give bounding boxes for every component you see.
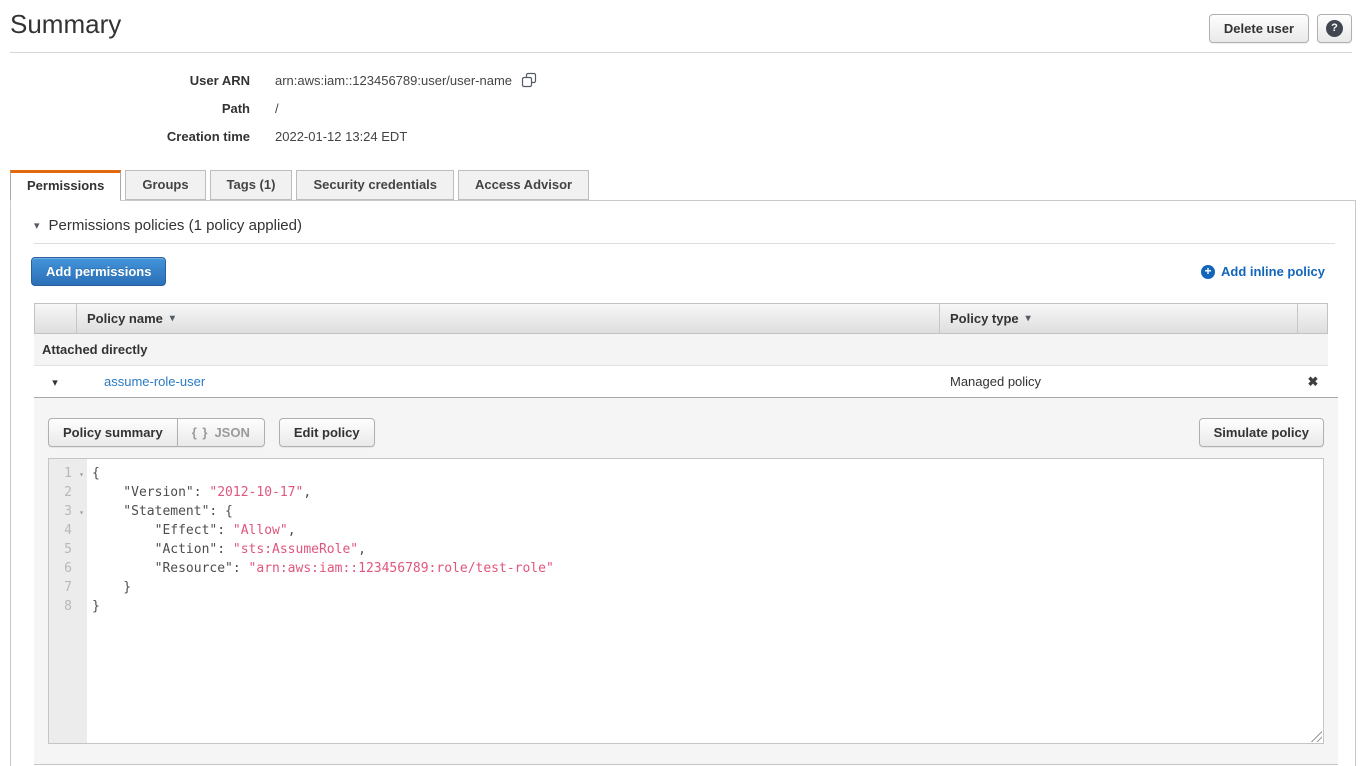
policy-type-cell: Managed policy <box>940 374 1298 389</box>
tab-tags[interactable]: Tags (1) <box>210 170 293 200</box>
code-line: "Statement": { <box>92 502 1323 521</box>
delete-user-button[interactable]: Delete user <box>1209 14 1309 43</box>
user-info: User ARN arn:aws:iam::123456789:user/use… <box>0 66 1362 150</box>
line-number: 6 <box>49 559 87 578</box>
path-value: / <box>275 101 279 116</box>
actions-column-header <box>1297 304 1327 333</box>
fold-arrow-icon[interactable]: ▾ <box>79 465 84 484</box>
section-divider <box>34 243 1335 244</box>
policy-type-column-header[interactable]: Policy type ▾ <box>939 304 1297 333</box>
info-label: User ARN <box>0 73 250 88</box>
policy-table: Policy name ▾ Policy type ▾ Attached dir… <box>34 303 1328 397</box>
page-header: Summary Delete user ? <box>0 0 1362 43</box>
detach-policy-icon[interactable]: ✖ <box>1308 374 1319 389</box>
permissions-toolbar: Add permissions + Add inline policy <box>31 257 1325 286</box>
info-value: arn:aws:iam::123456789:user/user-name <box>275 72 537 88</box>
code-line: "Resource": "arn:aws:iam::123456789:role… <box>92 559 1323 578</box>
policy-name-column-header[interactable]: Policy name ▾ <box>77 304 939 333</box>
code-line: "Effect": "Allow", <box>92 521 1323 540</box>
header-divider <box>10 52 1352 53</box>
permissions-tab-panel: ▾ Permissions policies (1 policy applied… <box>10 200 1356 766</box>
editor-code[interactable]: { "Version": "2012-10-17", "Statement": … <box>87 459 1323 743</box>
creation-time-value: 2022-01-12 13:24 EDT <box>275 129 407 144</box>
line-number: 4 <box>49 521 87 540</box>
policy-table-header: Policy name ▾ Policy type ▾ <box>34 303 1328 334</box>
add-inline-policy-label: Add inline policy <box>1221 264 1325 279</box>
policy-actions-cell: ✖ <box>1298 374 1328 390</box>
line-number: 7 <box>49 578 87 597</box>
sort-icon[interactable]: ▾ <box>1026 313 1031 324</box>
line-number: 2 <box>49 483 87 502</box>
info-label: Path <box>0 101 250 116</box>
tab-bar: Permissions Groups Tags (1) Security cre… <box>10 170 1362 200</box>
simulate-policy-button[interactable]: Simulate policy <box>1199 418 1324 447</box>
code-line: { <box>92 464 1323 483</box>
collapse-section-icon[interactable]: ▾ <box>34 219 40 232</box>
policy-name-header-label: Policy name <box>87 311 163 326</box>
permissions-policies-section-header: ▾ Permissions policies (1 policy applied… <box>34 217 1335 234</box>
editor-gutter: 1▾23▾45678 <box>49 459 87 743</box>
line-number: 3▾ <box>49 502 87 521</box>
header-actions: Delete user ? <box>1209 14 1352 43</box>
help-icon: ? <box>1326 20 1343 37</box>
add-inline-policy-link[interactable]: + Add inline policy <box>1201 264 1325 279</box>
expand-column-header <box>35 304 77 333</box>
policy-json-editor[interactable]: 1▾23▾45678 { "Version": "2012-10-17", "S… <box>48 458 1324 744</box>
iam-user-summary-page: Summary Delete user ? User ARN arn:aws:i… <box>0 0 1362 766</box>
policy-view-button-group: Policy summary { } JSON <box>48 418 265 447</box>
sort-icon[interactable]: ▾ <box>170 313 175 324</box>
user-arn-value: arn:aws:iam::123456789:user/user-name <box>275 73 512 88</box>
policy-name-link[interactable]: assume-role-user <box>104 374 205 389</box>
page-title: Summary <box>10 8 121 40</box>
code-line: } <box>92 578 1323 597</box>
braces-icon: { } <box>192 425 209 440</box>
row-expand-cell: ▾ <box>34 374 76 389</box>
code-line: "Version": "2012-10-17", <box>92 483 1323 502</box>
json-view-button[interactable]: { } JSON <box>177 418 265 447</box>
attached-directly-group-row: Attached directly <box>34 334 1328 366</box>
tab-groups[interactable]: Groups <box>125 170 205 200</box>
policy-detail-toolbar: Policy summary { } JSON Edit policy Simu… <box>48 418 1324 447</box>
json-button-label: JSON <box>214 425 249 440</box>
line-number: 8 <box>49 597 87 616</box>
help-button[interactable]: ? <box>1317 14 1352 43</box>
tab-security-credentials[interactable]: Security credentials <box>296 170 454 200</box>
add-permissions-button[interactable]: Add permissions <box>31 257 166 286</box>
policy-detail-panel: Policy summary { } JSON Edit policy Simu… <box>34 397 1338 765</box>
policy-summary-button[interactable]: Policy summary <box>48 418 177 447</box>
tab-permissions[interactable]: Permissions <box>10 170 121 201</box>
line-number: 5 <box>49 540 87 559</box>
code-line: } <box>92 597 1323 616</box>
policy-name-cell: assume-role-user <box>76 374 940 389</box>
plus-circle-icon: + <box>1201 265 1215 279</box>
code-line: "Action": "sts:AssumeRole", <box>92 540 1323 559</box>
info-row-user-arn: User ARN arn:aws:iam::123456789:user/use… <box>0 66 1362 94</box>
line-number: 1▾ <box>49 464 87 483</box>
tab-access-advisor[interactable]: Access Advisor <box>458 170 589 200</box>
info-row-path: Path / <box>0 94 1362 122</box>
policy-table-row: ▾ assume-role-user Managed policy ✖ <box>34 366 1328 397</box>
section-title: Permissions policies (1 policy applied) <box>49 217 302 234</box>
edit-policy-button[interactable]: Edit policy <box>279 418 375 447</box>
policy-type-header-label: Policy type <box>950 311 1019 326</box>
info-label: Creation time <box>0 129 250 144</box>
fold-arrow-icon[interactable]: ▾ <box>79 503 84 522</box>
info-row-creation-time: Creation time 2022-01-12 13:24 EDT <box>0 122 1362 150</box>
copy-icon[interactable] <box>521 72 537 88</box>
collapse-row-icon[interactable]: ▾ <box>52 377 58 389</box>
